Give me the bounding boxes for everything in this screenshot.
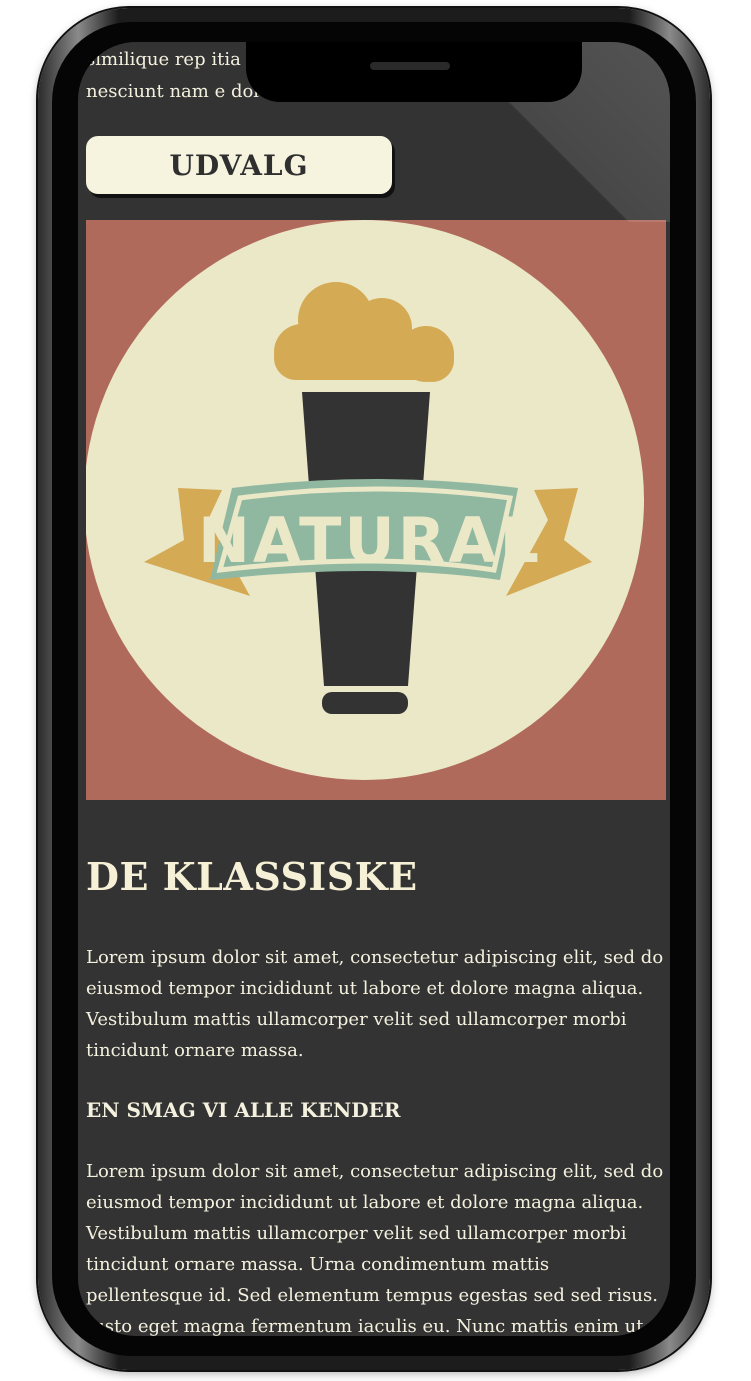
udvalg-button[interactable]: UDVALG xyxy=(86,136,392,194)
logo-text: NATURAL xyxy=(198,504,542,577)
section-paragraph-1: Lorem ipsum dolor sit amet, consectetur … xyxy=(86,947,664,1061)
phone-screen: similique rep itia suscipit nesciunt nam… xyxy=(78,42,670,1336)
section-heading: DE KLASSISKE xyxy=(86,854,418,899)
beer-logo-graphic: NATURAL xyxy=(86,220,666,800)
section-subheading: EN SMAG VI ALLE KENDER xyxy=(86,1098,401,1122)
section-paragraph-2: Lorem ipsum dolor sit amet, consectetur … xyxy=(86,1161,664,1336)
phone-notch xyxy=(246,42,582,102)
natural-beer-logo: NATURAL xyxy=(86,220,666,800)
speaker-grille xyxy=(370,62,450,70)
